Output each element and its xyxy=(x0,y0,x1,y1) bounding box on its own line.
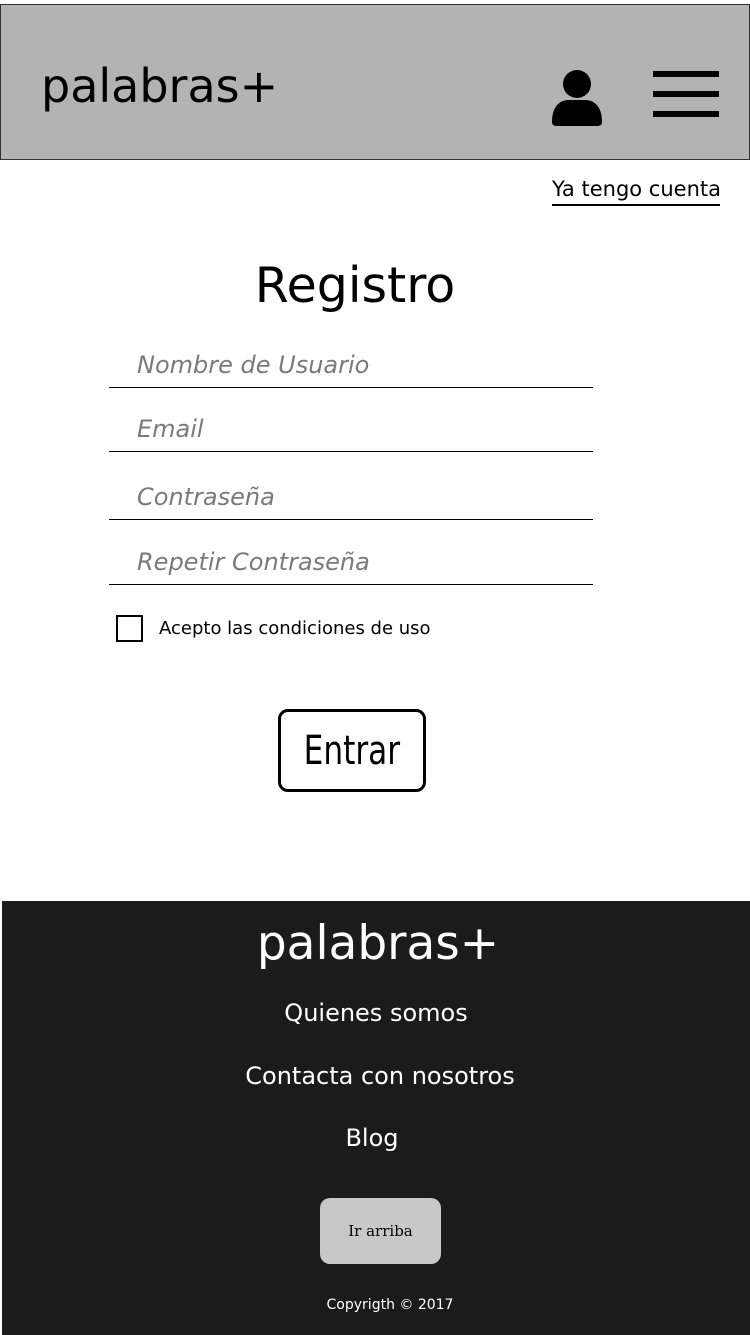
back-to-top-button[interactable]: Ir arriba xyxy=(320,1198,441,1264)
user-icon[interactable] xyxy=(551,70,603,126)
username-field[interactable] xyxy=(109,342,593,388)
submit-button[interactable]: Entrar xyxy=(278,709,426,792)
footer-link-about[interactable]: Quienes somos xyxy=(2,998,750,1028)
password-field[interactable] xyxy=(109,474,593,520)
footer-link-contact[interactable]: Contacta con nosotros xyxy=(6,1061,750,1091)
terms-checkbox[interactable] xyxy=(116,615,143,642)
page-title: Registro xyxy=(254,257,456,314)
footer-logo: palabras+ xyxy=(256,916,500,971)
login-link[interactable]: Ya tengo cuenta xyxy=(552,176,721,206)
page-footer: palabras+ Quienes somos Contacta con nos… xyxy=(2,901,750,1335)
hamburger-menu-icon[interactable] xyxy=(653,69,721,119)
repeat-password-field[interactable] xyxy=(109,539,593,585)
terms-label: Acepto las condiciones de uso xyxy=(159,618,431,639)
email-field[interactable] xyxy=(109,406,593,452)
site-logo[interactable]: palabras+ xyxy=(41,63,278,109)
app-header: palabras+ xyxy=(0,4,750,160)
footer-link-blog[interactable]: Blog xyxy=(0,1123,746,1153)
submit-label: Entrar xyxy=(303,727,401,774)
copyright-text: Copyrigth © 2017 xyxy=(326,1297,454,1313)
